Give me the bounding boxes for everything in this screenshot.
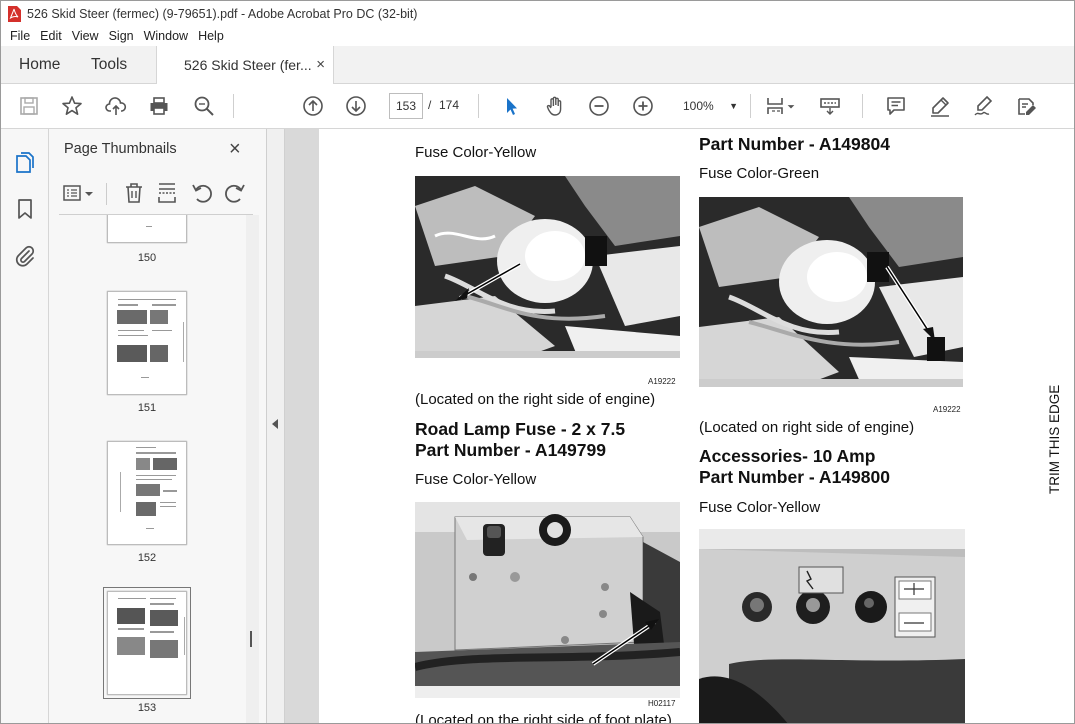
- zoom-level-select[interactable]: 100% ▼: [676, 93, 744, 119]
- thumbnail-page-153[interactable]: [103, 587, 191, 699]
- extract-pages-icon[interactable]: [155, 181, 179, 205]
- tab-bar: Home Tools 526 Skid Steer (fer... ×: [1, 46, 1074, 84]
- window-title: 526 Skid Steer (fermec) (9-79651).pdf - …: [27, 6, 418, 21]
- chevron-down-icon: ▼: [729, 101, 738, 111]
- thumbnail-label-150: 150: [137, 252, 157, 264]
- zoom-level-value: 100%: [683, 99, 714, 113]
- right-photo-caption-1: (Located on right side of engine): [699, 419, 915, 436]
- photo-code-left-2: H02117: [648, 699, 676, 708]
- thumbnail-scrollbar[interactable]: [246, 215, 259, 723]
- thumbnail-list: 150 151 152 153: [49, 215, 259, 723]
- toolbar-separator: [750, 94, 751, 118]
- select-cursor-icon[interactable]: [499, 94, 523, 118]
- thumbnail-label-151: 151: [137, 402, 157, 414]
- acrobat-logo-icon: [8, 5, 21, 22]
- close-icon[interactable]: ×: [229, 138, 241, 161]
- tab-home[interactable]: Home: [19, 46, 60, 83]
- zoom-out-icon[interactable]: [587, 94, 611, 118]
- chevron-down-icon[interactable]: [83, 181, 95, 205]
- menu-sign[interactable]: Sign: [104, 29, 139, 43]
- menu-view[interactable]: View: [67, 29, 104, 43]
- left-fuse-color-top: Fuse Color-Yellow: [415, 144, 537, 161]
- thumbnail-label-153: 153: [137, 702, 157, 714]
- right-fuse-color: Fuse Color-Yellow: [699, 499, 821, 516]
- left-photo-caption-2: (Located on the right side of foot plate…: [415, 712, 672, 724]
- bookmark-icon[interactable]: [13, 197, 37, 221]
- photo-code-right-1: A19222: [933, 405, 961, 414]
- hand-icon[interactable]: [543, 94, 567, 118]
- toolbar-separator: [478, 94, 479, 118]
- thumbnail-page-150[interactable]: [107, 215, 187, 243]
- rotate-clockwise-icon[interactable]: [223, 181, 247, 205]
- comment-icon[interactable]: [884, 94, 908, 118]
- thumbnail-page-152[interactable]: [107, 441, 187, 545]
- photo-foot-plate-fuse: [415, 502, 680, 698]
- edit-pdf-icon[interactable]: [1015, 94, 1039, 118]
- panel-collapse-handle[interactable]: [267, 129, 285, 723]
- menu-help[interactable]: Help: [193, 29, 229, 43]
- menu-edit[interactable]: Edit: [35, 29, 67, 43]
- road-lamp-part-number: Part Number - A149799: [415, 440, 606, 460]
- tab-tools[interactable]: Tools: [91, 46, 127, 83]
- left-photo-caption-1: (Located on the right side of engine): [415, 391, 656, 408]
- menu-file[interactable]: File: [5, 29, 35, 43]
- toolbar-separator: [233, 94, 234, 118]
- chevron-down-icon[interactable]: [785, 94, 797, 118]
- close-tab-icon[interactable]: ×: [316, 56, 325, 73]
- next-page-icon[interactable]: [344, 94, 368, 118]
- print-icon[interactable]: [147, 94, 171, 118]
- total-pages: 174: [439, 98, 460, 112]
- save-icon[interactable]: [17, 94, 41, 118]
- photo-engine-fuse-right: [699, 197, 963, 402]
- page-thumbnails-panel: Page Thumbnails × 150 151 152 153: [49, 129, 267, 723]
- upload-icon[interactable]: [104, 94, 128, 118]
- trim-edge-label: TRIM THIS EDGE: [1047, 384, 1062, 494]
- right-part-number-top: Part Number - A149804: [699, 134, 890, 154]
- panel-title: Page Thumbnails: [64, 141, 177, 157]
- attachment-icon[interactable]: [13, 244, 37, 268]
- title-bar: 526 Skid Steer (fermec) (9-79651).pdf - …: [1, 1, 1074, 26]
- accessories-part-number: Part Number - A149800: [699, 467, 890, 487]
- photo-accessories-panel: [699, 529, 965, 723]
- right-fuse-color-top: Fuse Color-Green: [699, 165, 820, 182]
- pdf-page: Fuse Color-Yellow A19222 (Located on the…: [319, 129, 1074, 724]
- toolbar-separator: [106, 183, 107, 205]
- highlight-pen-icon[interactable]: [928, 94, 952, 118]
- left-fuse-color: Fuse Color-Yellow: [415, 471, 537, 488]
- delete-page-icon[interactable]: [122, 181, 146, 205]
- accessories-heading: Accessories- 10 Amp: [699, 446, 876, 466]
- page-number-input[interactable]: 153: [389, 93, 423, 119]
- prev-page-icon[interactable]: [301, 94, 325, 118]
- scrollbar-thumb[interactable]: [250, 631, 252, 647]
- thumbnail-label-152: 152: [137, 552, 157, 564]
- zoom-in-icon[interactable]: [631, 94, 655, 118]
- thumbnail-toolbar: [49, 173, 267, 213]
- photo-engine-fuse-left: [415, 176, 680, 375]
- page-thumbnails-icon[interactable]: [13, 151, 37, 175]
- rotate-counterclockwise-icon[interactable]: [190, 181, 214, 205]
- thumbnail-page-151[interactable]: [107, 291, 187, 395]
- navigation-rail: [1, 129, 49, 723]
- menu-window[interactable]: Window: [139, 29, 193, 43]
- photo-code-left-1: A19222: [648, 377, 676, 386]
- menu-bar: File Edit View Sign Window Help: [1, 26, 1074, 46]
- document-viewer[interactable]: Fuse Color-Yellow A19222 (Located on the…: [285, 129, 1074, 724]
- keyboard-icon[interactable]: [818, 94, 842, 118]
- sign-icon[interactable]: [972, 94, 996, 118]
- star-icon[interactable]: [60, 94, 84, 118]
- find-icon[interactable]: [192, 94, 216, 118]
- road-lamp-heading: Road Lamp Fuse - 2 x 7.5: [415, 419, 626, 439]
- toolbar: 153 / 174 100% ▼: [1, 84, 1074, 129]
- collapse-arrow-icon: [272, 419, 278, 429]
- page-separator: /: [428, 98, 432, 112]
- tab-document-label: 526 Skid Steer (fer...: [184, 57, 312, 73]
- acrobat-window: 526 Skid Steer (fermec) (9-79651).pdf - …: [0, 0, 1075, 724]
- toolbar-separator: [862, 94, 863, 118]
- tab-document[interactable]: 526 Skid Steer (fer... ×: [156, 46, 334, 84]
